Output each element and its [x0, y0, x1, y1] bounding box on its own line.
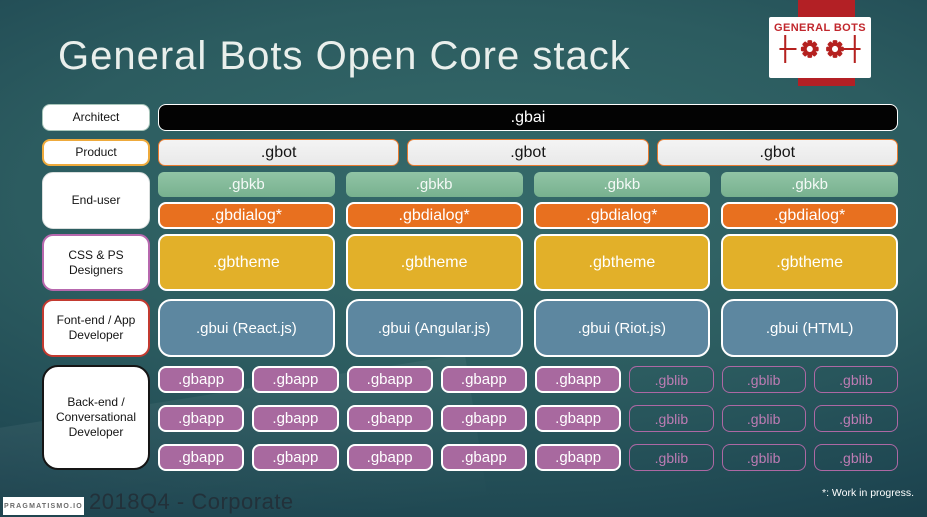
gbapp-box: .gbapp [252, 405, 339, 432]
gbtheme-box: .gbtheme [533, 234, 711, 291]
slide: General Bots Open Core stack GENERAL BOT… [0, 0, 927, 517]
gbapp-box: .gbapp [346, 366, 433, 393]
footer-date-text: 2018Q4 - Corporate [89, 489, 294, 514]
row-gbapp-1: .gbapp .gbapp .gbapp .gbapp .gbapp .gbli… [158, 366, 898, 393]
row-gbai: .gbai [158, 104, 898, 131]
gbui-html-box: .gbui (HTML) [721, 299, 898, 357]
row-gbot: .gbot .gbot .gbot [158, 139, 898, 166]
gbapp-box: .gbapp [440, 444, 527, 471]
slide-title: General Bots Open Core stack [58, 34, 631, 78]
gbtheme-box: .gbtheme [721, 234, 898, 291]
gbapp-box: .gbapp [158, 366, 245, 393]
work-in-progress-footnote: *: Work in progress. [821, 487, 914, 499]
row-gbui: .gbui (React.js) .gbui (Angular.js) .gbu… [158, 299, 898, 357]
gblib-box: .gblib [629, 366, 714, 393]
gbot-box: .gbot [656, 139, 898, 166]
gbdialog-box: .gbdialog* [533, 202, 711, 229]
gbapp-box: .gbapp [158, 444, 245, 471]
row-gbdialog: .gbdialog* .gbdialog* .gbdialog* .gbdial… [158, 202, 898, 229]
gbapp-box: .gbapp [252, 444, 339, 471]
logo-brand-text: GENERAL BOTS [774, 22, 866, 34]
gbapp-box: .gbapp [252, 366, 339, 393]
gbtheme-box: .gbtheme [158, 234, 335, 291]
gbtheme-box: .gbtheme [345, 234, 523, 291]
gbkb-box: .gbkb [158, 172, 335, 197]
role-label-architect: Architect [42, 104, 150, 131]
gbui-angular-box: .gbui (Angular.js) [345, 299, 523, 357]
gbot-box: .gbot [158, 139, 400, 166]
gblib-box: .gblib [813, 405, 898, 432]
row-gbapp-2: .gbapp .gbapp .gbapp .gbapp .gbapp .gbli… [158, 405, 898, 432]
role-label-front-end-app-developer: Font-end / App Developer [42, 299, 150, 357]
gbapp-box: .gbapp [440, 366, 527, 393]
role-label-end-user: End-user [42, 172, 150, 229]
gbkb-box: .gbkb [721, 172, 898, 197]
role-label-product: Product [42, 139, 150, 166]
gbai-box: .gbai [158, 104, 898, 131]
gbot-box: .gbot [407, 139, 649, 166]
gbapp-box: .gbapp [440, 405, 527, 432]
gbapp-box: .gbapp [158, 405, 245, 432]
gbapp-box: .gbapp [346, 444, 433, 471]
general-bots-logo: GENERAL BOTS [769, 17, 871, 78]
gblib-box: .gblib [629, 444, 714, 471]
gbapp-box: .gbapp [535, 444, 622, 471]
gbdialog-box: .gbdialog* [721, 202, 898, 229]
gblib-box: .gblib [721, 366, 806, 393]
gblib-box: .gblib [721, 444, 806, 471]
role-label-css-ps-designers: CSS & PS Designers [42, 234, 150, 291]
gbapp-box: .gbapp [346, 405, 433, 432]
pragmatismo-logo: PRAGMATISMO.IO [3, 497, 84, 515]
gblib-box: .gblib [813, 366, 898, 393]
gbui-react-box: .gbui (React.js) [158, 299, 335, 357]
gbui-riot-box: .gbui (Riot.js) [533, 299, 711, 357]
gbdialog-box: .gbdialog* [158, 202, 335, 229]
role-label-back-end-conversational-developer: Back-end / Conversational Developer [42, 365, 150, 470]
row-gbapp-3: .gbapp .gbapp .gbapp .gbapp .gbapp .gbli… [158, 444, 898, 471]
row-gbtheme: .gbtheme .gbtheme .gbtheme .gbtheme [158, 234, 898, 291]
gblib-box: .gblib [813, 444, 898, 471]
gbapp-box: .gbapp [535, 405, 622, 432]
row-gbkb: .gbkb .gbkb .gbkb .gbkb [158, 172, 898, 197]
gblib-box: .gblib [721, 405, 806, 432]
gears-icon [779, 35, 861, 63]
gbkb-box: .gbkb [533, 172, 711, 197]
gbdialog-box: .gbdialog* [345, 202, 523, 229]
gbapp-box: .gbapp [535, 366, 622, 393]
gblib-box: .gblib [629, 405, 714, 432]
gbkb-box: .gbkb [345, 172, 523, 197]
